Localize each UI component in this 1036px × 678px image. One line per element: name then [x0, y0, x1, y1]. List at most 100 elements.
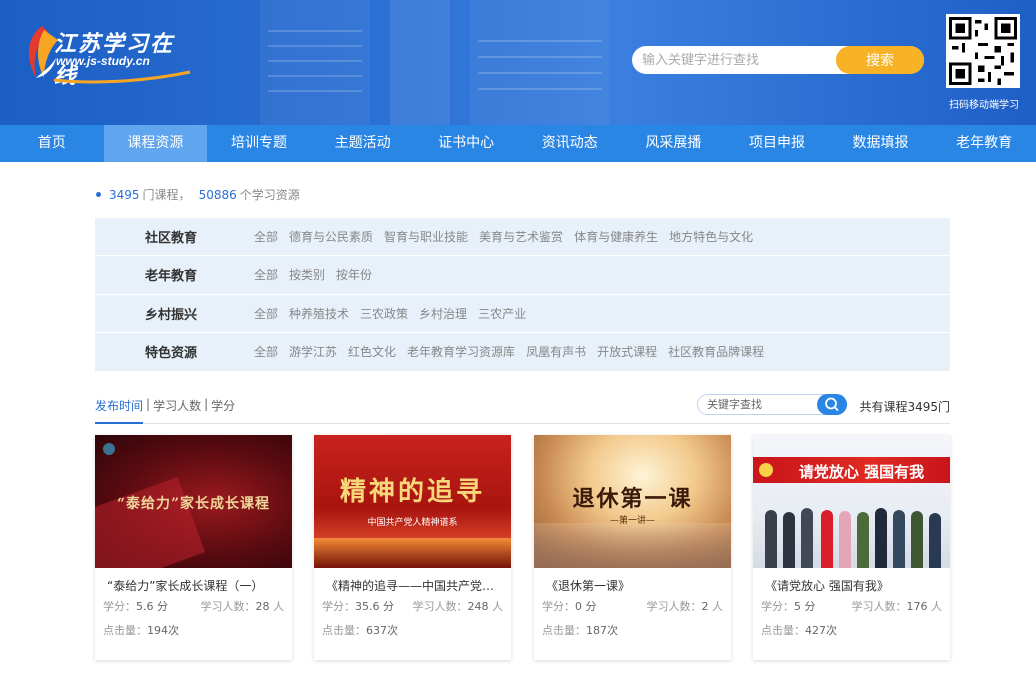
sort-tab-credit[interactable]: 学分 [211, 397, 235, 424]
course-meta: 学分：35.6 分 学习人数：248 人 [314, 594, 511, 614]
course-title: 《退休第一课》 [546, 579, 631, 593]
nav-item[interactable]: 培训专题 [207, 125, 311, 162]
filter-option[interactable]: 种养殖技术 [289, 305, 349, 322]
main-nav: 首页 课程资源 培训专题 主题活动 证书中心 资讯动态 风采展播 项目申报 数据填报 老年教育 [0, 125, 1036, 162]
learners-unit: 人 [492, 600, 503, 613]
filter-option[interactable]: 社区教育品牌课程 [668, 343, 764, 360]
clicks-label: 点击量： [103, 624, 147, 637]
learners-label: 学习人数： [851, 600, 907, 613]
filter-option[interactable]: 全部 [254, 305, 278, 322]
course-card[interactable]: 退休第一课 —第一讲— 《退休第一课》 学分：0 分 学习人数：2 人 点击量：… [534, 435, 731, 660]
thumbnail-subtitle: 中国共产党人精神谱系 [367, 518, 458, 528]
clicks-unit: 次 [607, 624, 618, 637]
nav-item[interactable]: 项目申报 [725, 125, 829, 162]
logo-url: www.js-study.cn [56, 54, 150, 68]
course-learners: 176 [906, 600, 928, 613]
nav-item[interactable]: 风采展播 [622, 125, 726, 162]
site-logo[interactable]: 江苏学习在线 www.js-study.cn [22, 22, 192, 89]
course-credit: 5 分 [794, 600, 816, 613]
category-filter-panel: 社区教育 全部 德育与公民素质 智育与职业技能 美育与艺术鉴赏 体育与健康养生 地方特色与文… [95, 218, 950, 371]
course-click-count: 427 [805, 624, 826, 637]
thumbnail-subtitle: —第一讲— [609, 516, 655, 526]
course-meta: 学分：5 分 学习人数：176 人 [753, 594, 950, 614]
filter-option[interactable]: 按年份 [336, 266, 372, 283]
nav-item[interactable]: 数据填报 [829, 125, 933, 162]
search-icon [825, 397, 839, 412]
filter-option[interactable]: 三农产业 [478, 305, 526, 322]
filter-option[interactable]: 游学江苏 [289, 343, 337, 360]
resource-count: 50886 [198, 187, 237, 202]
course-title: 《请党放心 强国有我》 [765, 579, 889, 593]
course-credit: 5.6 分 [136, 600, 168, 613]
filter-option[interactable]: 地方特色与文化 [669, 228, 753, 245]
filter-option[interactable]: 体育与健康养生 [574, 228, 658, 245]
course-meta: 学分：0 分 学习人数：2 人 [534, 594, 731, 614]
course-clicks: 点击量：187次 [534, 614, 731, 638]
search-input[interactable] [632, 46, 842, 74]
nav-item[interactable]: 主题活动 [311, 125, 415, 162]
nav-item[interactable]: 老年教育 [932, 125, 1036, 162]
keyword-search-button[interactable] [817, 394, 847, 415]
thumbnail-title: “泰给力”家长成长课程 [116, 496, 271, 512]
course-card[interactable]: “泰给力”家长成长课程 “泰给力”家长成长课程（一） 学分：5.6 分 学习人数… [95, 435, 292, 660]
filter-option[interactable]: 三农政策 [360, 305, 408, 322]
sort-tab-learners[interactable]: 学习人数 [153, 397, 201, 424]
filter-option[interactable]: 全部 [254, 228, 278, 245]
filter-option[interactable]: 全部 [254, 343, 278, 360]
filter-option[interactable]: 美育与艺术鉴赏 [479, 228, 563, 245]
learners-label: 学习人数： [200, 600, 256, 613]
total-courses: 共有课程3495门 [859, 400, 950, 414]
nav-item[interactable]: 资讯动态 [518, 125, 622, 162]
filter-option[interactable]: 德育与公民素质 [289, 228, 373, 245]
filter-option[interactable]: 凤凰有声书 [526, 343, 586, 360]
course-clicks: 点击量：194次 [95, 614, 292, 638]
course-learners: 248 [467, 600, 489, 613]
resource-count-label: 个学习资源 [239, 188, 300, 202]
qr-code [946, 14, 1020, 88]
nav-item[interactable]: 课程资源 [103, 125, 208, 162]
keyword-search-input[interactable] [698, 395, 816, 414]
filter-row: 社区教育 全部 德育与公民素质 智育与职业技能 美育与艺术鉴赏 体育与健康养生 地方特色与文… [95, 218, 950, 257]
filter-option[interactable]: 全部 [254, 266, 278, 283]
filter-category-label: 特色资源 [145, 346, 198, 362]
learners-unit: 人 [273, 600, 284, 613]
qr-caption: 扫码移动端学习 [949, 100, 1019, 111]
header-background-building [470, 0, 610, 125]
sort-tab-publish-time[interactable]: 发布时间 [95, 397, 144, 424]
filter-option[interactable]: 开放式课程 [597, 343, 657, 360]
course-clicks: 点击量：637次 [314, 614, 511, 638]
credit-label: 学分： [761, 600, 794, 613]
credit-label: 学分： [542, 600, 575, 613]
filter-row: 特色资源 全部 游学江苏 红色文化 老年教育学习资源库 凤凰有声书 开放式课程 社区教育品牌课… [95, 333, 950, 371]
filter-category-label: 乡村振兴 [145, 307, 198, 323]
nav-item[interactable]: 首页 [0, 125, 104, 162]
learners-unit: 人 [931, 600, 942, 613]
clicks-unit: 次 [826, 624, 837, 637]
filter-row: 乡村振兴 全部 种养殖技术 三农政策 乡村治理 三农产业 [95, 295, 950, 333]
sort-separator: | [146, 397, 151, 411]
credit-label: 学分： [103, 600, 136, 613]
learners-label: 学习人数： [646, 600, 702, 613]
clicks-unit: 次 [387, 624, 398, 637]
filter-row: 老年教育 全部 按类别 按年份 [95, 256, 950, 295]
filter-option[interactable]: 按类别 [289, 266, 325, 283]
keyword-search [697, 394, 847, 415]
filter-option[interactable]: 红色文化 [348, 343, 396, 360]
course-card[interactable]: 精神的追寻 中国共产党人精神谱系 《精神的追寻——中国共产党人... 学分：35… [314, 435, 511, 660]
clicks-label: 点击量： [761, 624, 805, 637]
filter-option[interactable]: 智育与职业技能 [384, 228, 468, 245]
sort-separator: | [204, 397, 209, 411]
filter-option[interactable]: 老年教育学习资源库 [407, 343, 515, 360]
course-credit: 0 分 [575, 600, 597, 613]
learners-label: 学习人数： [412, 600, 468, 613]
bullet-dot-icon [96, 192, 101, 197]
filter-category-label: 老年教育 [145, 269, 198, 285]
search-button[interactable]: 搜索 [836, 46, 924, 74]
course-title: “泰给力”家长成长课程（一） [107, 579, 264, 593]
course-thumbnail: 精神的追寻 中国共产党人精神谱系 [314, 435, 511, 568]
credit-label: 学分： [322, 600, 355, 613]
nav-item[interactable]: 证书中心 [414, 125, 518, 162]
filter-option[interactable]: 乡村治理 [419, 305, 467, 322]
course-thumbnail: “泰给力”家长成长课程 [95, 435, 292, 568]
course-card[interactable]: 请党放心 强国有我 《请党放心 强国有我》 学分：5 分 学习人数：176 人 … [753, 435, 950, 660]
